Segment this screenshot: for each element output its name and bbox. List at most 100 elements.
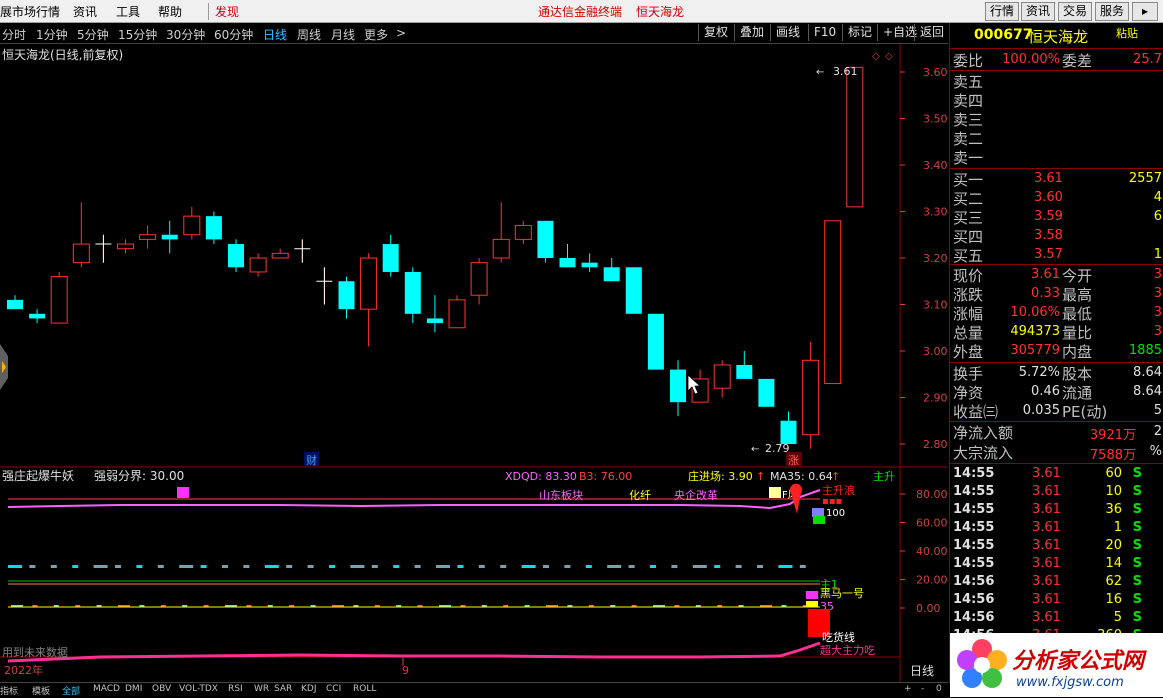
kline-chart[interactable]: 恒天海龙(日线,前复权) ◇ ◇ 3.60 3.50 3.40 3.30 3.20 3.1… (0, 44, 948, 682)
tab-sar[interactable]: SAR (274, 684, 292, 694)
indicator-name[interactable]: 强庄起爆牛妖 (2, 468, 74, 483)
btn-quotes[interactable]: 行情 (985, 2, 1020, 21)
tick-volume: 36 (1105, 502, 1122, 517)
btn-overlay[interactable]: 叠加 (734, 24, 769, 41)
stat-value-2: 3 (1153, 305, 1162, 320)
stat-label-2: 量比 (1062, 324, 1093, 342)
candle-down (205, 216, 222, 240)
reset-button[interactable]: 0 (936, 684, 942, 694)
period-tab-intraday[interactable]: 分时 (2, 26, 26, 43)
stat-value: 494373 (1010, 324, 1060, 339)
buy-level-volume: 6 (1153, 209, 1162, 224)
zhusheng-arrows: ▪▪▪ (822, 496, 842, 507)
tab-cci[interactable]: CCI (326, 684, 341, 694)
btn-trade[interactable]: 交易 (1058, 2, 1093, 21)
tab-vol-tdx[interactable]: VOL-TDX (179, 684, 218, 694)
buy-level-price: 3.61 (1034, 171, 1063, 186)
more-arrow-icon[interactable]: > (396, 26, 406, 40)
tick-side: S (1132, 556, 1142, 571)
period-tab-15min[interactable]: 15分钟 (118, 26, 157, 43)
price-tick-label: 3.30 (923, 206, 948, 219)
buy-level-volume: 4 (1153, 190, 1162, 205)
tick-row: 14:55 3.61 14 S (950, 554, 1163, 573)
tab-rsi[interactable]: RSI (228, 684, 243, 694)
sell-level-label: 卖一 (953, 149, 984, 167)
period-tab-5min[interactable]: 5分钟 (77, 26, 109, 43)
candle-up (117, 243, 134, 250)
period-tab-weekly[interactable]: 周线 (297, 26, 321, 43)
tab-dmi[interactable]: DMI (125, 684, 142, 694)
stat-label: 总量 (953, 324, 984, 342)
buy-level: 买四 3.58 (950, 226, 1163, 246)
stripe-mark (543, 565, 549, 568)
btn-draw[interactable]: 画线 (770, 24, 805, 41)
tab-all[interactable]: 全部 (62, 684, 80, 697)
stripe-mark (72, 565, 79, 568)
menu-news[interactable]: 资讯 (73, 3, 97, 20)
buy-level: 买一 3.61 2557 (950, 169, 1163, 189)
close-icon[interactable]: ◇ (885, 51, 893, 62)
diamond-icon[interactable]: ◇ (872, 51, 880, 62)
btn-adjust[interactable]: 复权 (698, 24, 733, 41)
tick-price: 3.61 (1032, 520, 1061, 535)
magenta-box (806, 591, 818, 599)
tab-indicators[interactable]: 指标 (0, 684, 18, 697)
tab-wr[interactable]: WR (254, 684, 269, 694)
stat-row: 总量 494373 量比 3 (950, 322, 1163, 342)
btn-news[interactable]: 资讯 (1021, 2, 1056, 21)
stat2-value-2: 5 (1153, 403, 1162, 418)
tab-macd[interactable]: MACD (93, 684, 120, 694)
sell-level: 卖三 (950, 109, 1163, 129)
buy-level-price: 3.57 (1034, 247, 1063, 262)
period-indicator[interactable]: 日线 (910, 664, 934, 678)
zoom-in-button[interactable]: + (904, 684, 912, 694)
indicator-tab-bar: 指标 模板 全部 MACD DMI OBV VOL-TDX RSI WR SAR… (0, 682, 948, 698)
tab-templates[interactable]: 模板 (32, 684, 50, 697)
price-tick-label: 3.50 (923, 113, 948, 126)
zhang-marker[interactable]: 涨 (788, 454, 799, 467)
candle-up (72, 243, 90, 264)
btn-mark[interactable]: 标记 (842, 24, 877, 41)
chart-title: 恒天海龙(日线,前复权) (2, 47, 123, 62)
stat-label-2: 内盘 (1062, 343, 1093, 361)
menu-market[interactable]: 展市场行情 (0, 3, 60, 20)
cai-marker[interactable]: 财 (306, 453, 317, 467)
tick-row: 14:55 3.61 20 S (950, 536, 1163, 555)
btn-f10[interactable]: F10 (808, 24, 841, 41)
period-tab-daily[interactable]: 日线 (263, 26, 287, 43)
tick-price: 3.61 (1032, 538, 1061, 553)
menu-help[interactable]: 帮助 (158, 3, 182, 20)
tick-price: 3.61 (1032, 592, 1061, 607)
tick-volume: 5 (1113, 610, 1122, 625)
low-price-label: 2.79 (765, 442, 790, 455)
period-tab-60min[interactable]: 60分钟 (214, 26, 253, 43)
btn-service[interactable]: 服务 (1095, 2, 1130, 21)
tick-price: 3.61 (1032, 610, 1061, 625)
tab-obv[interactable]: OBV (152, 684, 171, 694)
period-tab-monthly[interactable]: 月线 (331, 26, 355, 43)
stat-value: 3.61 (1031, 267, 1060, 282)
menu-arrow-icon[interactable]: ▸ (1132, 2, 1158, 21)
period-tab-more[interactable]: 更多 (364, 26, 388, 43)
candle-down (758, 378, 775, 407)
period-tab-1min[interactable]: 1分钟 (36, 26, 68, 43)
tick-volume: 14 (1105, 556, 1122, 571)
paste-button[interactable]: 粘贴 (1116, 25, 1138, 41)
quote-panel: 000677 恒天海龙 粘贴 委比 100.00% 委差 25.7 卖五 卖四 卖三… (949, 23, 1163, 683)
menu-discover[interactable]: 发现 (208, 3, 239, 20)
chaoda-label: 超大主力吃 (820, 643, 875, 657)
stat2-row: 收益㈢ 0.035 PE(动) 5 (950, 401, 1163, 421)
stat-value: 305779 (1010, 343, 1060, 358)
period-tab-30min[interactable]: 30分钟 (166, 26, 205, 43)
menu-tools[interactable]: 工具 (116, 3, 140, 20)
stripe-mark (457, 565, 464, 568)
tab-roll[interactable]: ROLL (353, 684, 376, 694)
btn-back[interactable]: 返回 (914, 24, 949, 41)
stripe-mark (628, 565, 635, 568)
weibi-row: 委比 100.00% 委差 25.7 (950, 50, 1163, 70)
indicator-axis: 80.00 60.00 40.00 20.00 0.00 (900, 488, 948, 615)
zoom-out-button[interactable]: - (921, 684, 924, 694)
chihuo-label: 吃货线 (822, 630, 855, 644)
f-signal-box (769, 487, 781, 498)
tab-kdj[interactable]: KDJ (301, 684, 317, 694)
